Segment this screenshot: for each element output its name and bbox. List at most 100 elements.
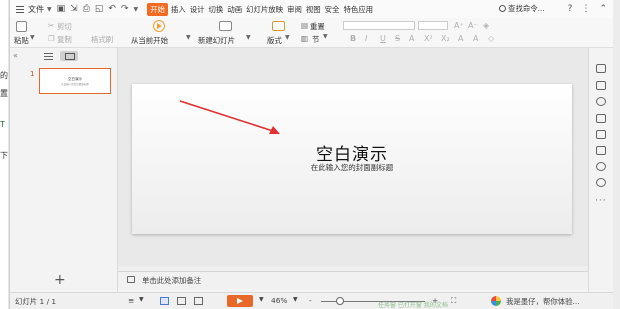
text-effect-icon[interactable]: ◇: [488, 34, 494, 43]
font-name-select[interactable]: [343, 21, 415, 30]
font-color-icon[interactable]: A: [458, 34, 463, 43]
outline-view-icon[interactable]: [44, 53, 53, 60]
tab-home[interactable]: 开始: [147, 2, 168, 16]
ribbon-tabs: 开始 插入 设计 切换 动画 幻灯片放映 审阅 视图 安全 特色应用: [147, 2, 376, 16]
backup-icon[interactable]: [596, 146, 606, 155]
preview-icon[interactable]: ◱: [95, 4, 104, 14]
from-current-button[interactable]: 从当前开始: [131, 35, 168, 46]
normal-view-icon[interactable]: [160, 297, 169, 305]
notes-pane[interactable]: 单击此处添加备注: [118, 271, 588, 288]
bold-icon[interactable]: B: [350, 34, 356, 43]
superscript-icon[interactable]: X²: [424, 34, 433, 43]
slide-thumbnail-panel: « 1 空白演示 在此输入您的封面副标题 +: [10, 48, 118, 292]
highlight-icon[interactable]: A: [473, 34, 478, 43]
cut-button[interactable]: 剪切: [57, 21, 72, 32]
file-menu[interactable]: 文件: [28, 4, 44, 15]
menu-bar: 文件 ▼ ▣ ⇲ ⎙ ◱ ↶ ↷ ▼ 开始 插入 设计 切换 动画 幻灯片放映 …: [10, 0, 613, 18]
object-icon[interactable]: [596, 97, 606, 106]
tab-transition[interactable]: 切换: [208, 3, 225, 16]
slide-editing-area: 空白演示 在此输入您的封面副标题: [118, 48, 588, 266]
add-slide-button[interactable]: +: [54, 272, 66, 288]
chevron-down-icon[interactable]: ▼: [246, 34, 251, 41]
transition-icon[interactable]: [596, 130, 606, 139]
tab-view[interactable]: 视图: [305, 3, 322, 16]
search-icon[interactable]: [499, 5, 507, 12]
chevron-down-icon[interactable]: ▼: [47, 6, 52, 13]
print-icon[interactable]: ⎙: [83, 4, 90, 14]
zoom-out-button[interactable]: -: [309, 296, 312, 305]
more-icon[interactable]: ⋮: [581, 4, 590, 14]
tab-special-apps[interactable]: 特色应用: [342, 3, 374, 16]
more-icon[interactable]: ···: [595, 196, 607, 206]
paste-icon[interactable]: [16, 21, 27, 32]
layout-icon[interactable]: [272, 21, 285, 31]
italic-icon[interactable]: I: [365, 34, 367, 43]
bg-edge-char: 的: [0, 71, 8, 80]
reset-icon[interactable]: ▤: [301, 21, 308, 30]
command-search[interactable]: 查找命令...: [508, 3, 545, 14]
undo-icon[interactable]: ↶: [108, 4, 116, 14]
save-icon[interactable]: ▣: [57, 4, 66, 14]
format-painter-button[interactable]: 格式刷: [91, 34, 113, 45]
quick-access-more-icon[interactable]: ▼: [134, 6, 139, 13]
slide-thumbnail[interactable]: 空白演示 在此输入您的封面副标题: [39, 68, 111, 94]
redo-icon[interactable]: ↷: [121, 4, 129, 14]
export-icon[interactable]: ⇲: [70, 4, 78, 14]
chevron-down-icon[interactable]: ▼: [139, 296, 144, 303]
decrease-font-icon[interactable]: A⁻: [468, 21, 478, 30]
new-slide-button[interactable]: 新建幻灯片: [198, 35, 235, 46]
tab-insert[interactable]: 插入: [170, 3, 187, 16]
slideshow-play-button[interactable]: [227, 295, 253, 307]
chevron-down-icon[interactable]: ▼: [186, 34, 191, 41]
collapse-panel-icon[interactable]: «: [13, 51, 18, 60]
shape-icon[interactable]: [596, 81, 606, 90]
chevron-down-icon[interactable]: ▼: [293, 296, 298, 303]
notes-toggle-icon[interactable]: ≡: [128, 296, 134, 305]
section-button[interactable]: 节: [312, 34, 319, 45]
paste-button[interactable]: 粘贴: [14, 35, 29, 46]
assistant-icon[interactable]: [491, 296, 501, 306]
background-window-scrollbar: [612, 0, 620, 309]
star-icon[interactable]: [596, 64, 606, 73]
zoom-level[interactable]: 46%: [271, 296, 287, 305]
tab-security[interactable]: 安全: [324, 3, 341, 16]
menu-icon[interactable]: [16, 5, 24, 13]
new-slide-icon[interactable]: [219, 21, 232, 31]
underline-icon[interactable]: U: [380, 34, 386, 43]
copy-icon[interactable]: ❐: [48, 34, 55, 43]
chevron-down-icon[interactable]: ▼: [30, 34, 35, 41]
arrow-line: [179, 100, 277, 133]
animation-icon[interactable]: [596, 114, 606, 123]
play-from-current-icon[interactable]: [153, 20, 165, 32]
slide-sorter-icon[interactable]: [177, 297, 186, 305]
chevron-down-icon[interactable]: ▼: [323, 33, 328, 40]
history-icon[interactable]: [596, 162, 606, 171]
reset-button[interactable]: 重置: [310, 21, 325, 32]
increase-font-icon[interactable]: A⁺: [454, 21, 464, 30]
tab-animation[interactable]: 动画: [226, 3, 243, 16]
help-icon[interactable]: ?: [568, 4, 573, 14]
help-icon[interactable]: [596, 178, 606, 187]
zoom-slider-handle[interactable]: [335, 297, 344, 305]
reading-view-icon[interactable]: [194, 297, 203, 305]
strikethrough-icon[interactable]: S: [395, 34, 400, 43]
layout-button[interactable]: 版式: [267, 35, 282, 46]
clear-format-icon[interactable]: ◈: [483, 21, 489, 30]
tab-slideshow[interactable]: 幻灯片放映: [245, 3, 284, 16]
copy-button[interactable]: 复制: [57, 34, 72, 45]
font-size-select[interactable]: [418, 21, 448, 30]
scissors-icon[interactable]: ✂: [48, 21, 54, 30]
chevron-down-icon[interactable]: ▼: [259, 296, 264, 303]
tab-review[interactable]: 审阅: [286, 3, 303, 16]
subscript-icon[interactable]: X₂: [441, 34, 450, 43]
chevron-down-icon[interactable]: ▼: [285, 34, 290, 41]
slide-view-icon[interactable]: [60, 51, 78, 61]
assistant-prompt[interactable]: 我是墨仔，帮你体验...: [506, 296, 580, 307]
collapse-ribbon-icon[interactable]: ⌃: [599, 4, 607, 14]
section-icon[interactable]: ▥: [301, 34, 308, 43]
notes-placeholder[interactable]: 单击此处添加备注: [142, 275, 201, 286]
thumbnail-subtitle: 在此输入您的封面副标题: [61, 83, 89, 86]
shadow-text-icon[interactable]: A: [409, 34, 414, 43]
tab-design[interactable]: 设计: [189, 3, 206, 16]
fit-window-icon[interactable]: ⛶: [451, 296, 456, 306]
